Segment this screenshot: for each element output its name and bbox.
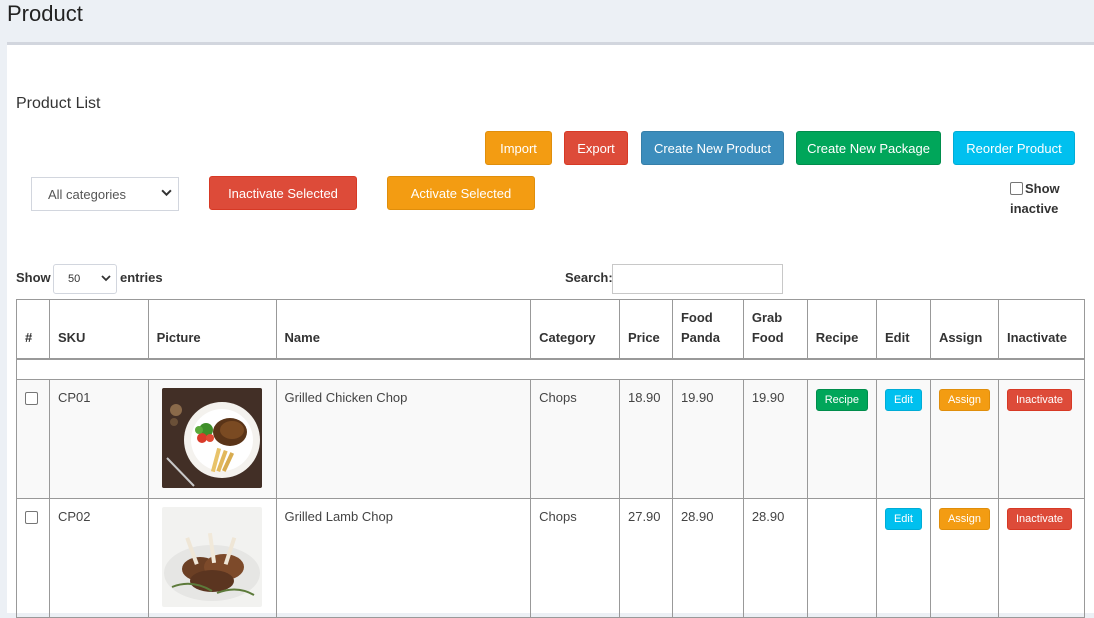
assign-button[interactable]: Assign <box>938 388 990 411</box>
row-edit-cell: Edit <box>875 497 931 618</box>
chevron-down-icon <box>101 273 111 286</box>
header-edit[interactable]: Edit <box>875 299 931 360</box>
header-sku[interactable]: SKU <box>48 299 149 360</box>
row-foodpanda-price: 28.90 <box>671 497 744 618</box>
header-assign[interactable]: Assign <box>929 299 999 360</box>
search-input[interactable] <box>612 264 783 294</box>
product-image-grilled-lamb-chop <box>161 506 262 607</box>
table-header-row: # SKU Picture Name Category Price Food Pa… <box>16 299 1086 360</box>
reorder-product-button[interactable]: Reorder Product <box>953 131 1075 165</box>
table-row: CP02 Grilled Lamb Chop Chops 27.90 28.90… <box>16 497 1086 618</box>
row-checkbox[interactable] <box>25 510 38 524</box>
export-button[interactable]: Export <box>564 131 628 165</box>
import-button[interactable]: Import <box>485 131 552 165</box>
row-foodpanda-price: 19.90 <box>671 378 744 499</box>
create-new-package-button[interactable]: Create New Package <box>796 131 941 165</box>
inactivate-button[interactable]: Inactivate <box>1006 507 1073 530</box>
row-assign-cell: Assign <box>929 378 999 499</box>
row-assign-cell: Assign <box>929 497 999 618</box>
product-table: # SKU Picture Name Category Price Food Pa… <box>16 299 1086 618</box>
row-inactivate-cell: Inactivate <box>997 378 1086 499</box>
row-category: Chops <box>530 378 620 499</box>
header-inactivate[interactable]: Inactivate <box>997 299 1086 360</box>
row-select-cell <box>16 497 50 618</box>
row-name: Grilled Chicken Chop <box>275 378 532 499</box>
header-recipe[interactable]: Recipe <box>806 299 877 360</box>
table-row: CP01 Grilled Chicken Chop Chops 18.90 19… <box>16 378 1086 499</box>
entries-length-select[interactable]: 50 <box>53 264 117 294</box>
box-title: Product List <box>16 95 101 112</box>
row-category: Chops <box>530 497 620 618</box>
page-header: Product <box>7 0 83 40</box>
row-inactivate-cell: Inactivate <box>997 497 1086 618</box>
header-foodpanda-line2: Panda <box>680 330 720 345</box>
entries-length-value: 50 <box>68 273 81 285</box>
search-label: Search: <box>565 270 613 285</box>
chevron-down-icon <box>161 187 172 201</box>
row-price: 18.90 <box>618 378 673 499</box>
entries-label: entries <box>120 270 163 285</box>
show-inactive-checkbox[interactable] <box>1010 182 1023 195</box>
inactivate-selected-button[interactable]: Inactivate Selected <box>209 176 357 210</box>
show-inactive-toggle[interactable]: Show inactive <box>1010 179 1080 219</box>
edit-button[interactable]: Edit <box>884 507 922 530</box>
product-list-box: Product List Import Export Create New Pr… <box>7 42 1094 618</box>
row-grabfood-price: 19.90 <box>742 378 808 499</box>
header-grabfood-line1: Grab <box>751 310 783 325</box>
recipe-button[interactable]: Recipe <box>815 388 868 411</box>
category-select-value: All categories <box>48 186 127 202</box>
row-sku: CP02 <box>48 497 149 618</box>
row-price: 27.90 <box>618 497 673 618</box>
inactivate-button[interactable]: Inactivate <box>1006 388 1073 411</box>
row-grabfood-price: 28.90 <box>742 497 808 618</box>
header-price[interactable]: Price <box>618 299 673 360</box>
show-label: Show <box>16 270 51 285</box>
header-name[interactable]: Name <box>275 299 532 360</box>
row-recipe-cell: Recipe <box>806 378 877 499</box>
header-grabfood[interactable]: Grab Food <box>742 299 808 360</box>
header-category[interactable]: Category <box>530 299 620 360</box>
create-new-product-button[interactable]: Create New Product <box>641 131 784 165</box>
header-picture[interactable]: Picture <box>147 299 277 360</box>
row-edit-cell: Edit <box>875 378 931 499</box>
table-spacer-row <box>16 358 1085 380</box>
header-foodpanda-line1: Food <box>680 310 713 325</box>
row-picture-cell <box>147 497 277 618</box>
header-grabfood-line2: Food <box>751 330 784 345</box>
edit-button[interactable]: Edit <box>884 388 922 411</box>
activate-selected-button[interactable]: Activate Selected <box>387 176 535 210</box>
row-recipe-cell <box>806 497 877 618</box>
row-checkbox[interactable] <box>25 391 38 405</box>
product-image-grilled-chicken-chop <box>161 387 262 488</box>
row-select-cell <box>16 378 50 499</box>
header-foodpanda[interactable]: Food Panda <box>671 299 744 360</box>
assign-button[interactable]: Assign <box>938 507 990 530</box>
page-title: Product <box>7 1 83 26</box>
header-num[interactable]: # <box>16 299 50 360</box>
row-name: Grilled Lamb Chop <box>275 497 532 618</box>
row-picture-cell <box>147 378 277 499</box>
row-sku: CP01 <box>48 378 149 499</box>
category-select[interactable]: All categories <box>31 177 179 211</box>
